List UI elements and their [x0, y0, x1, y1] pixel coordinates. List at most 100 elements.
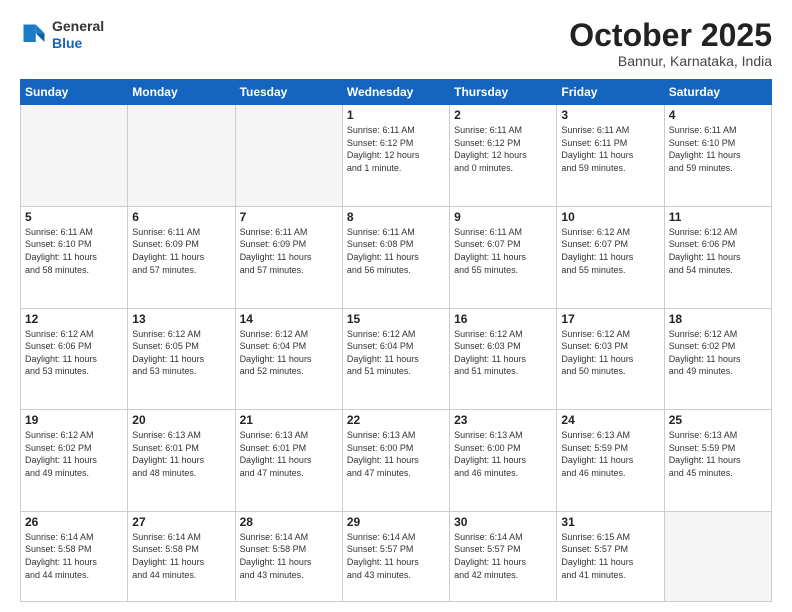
- day-number: 3: [561, 108, 659, 122]
- calendar-table: Sunday Monday Tuesday Wednesday Thursday…: [20, 79, 772, 602]
- day-number: 11: [669, 210, 767, 224]
- day-info: Sunrise: 6:12 AM Sunset: 6:06 PM Dayligh…: [25, 328, 123, 378]
- month-title: October 2025: [569, 18, 772, 53]
- day-number: 20: [132, 413, 230, 427]
- calendar-cell: 7Sunrise: 6:11 AM Sunset: 6:09 PM Daylig…: [235, 206, 342, 308]
- day-number: 23: [454, 413, 552, 427]
- day-info: Sunrise: 6:13 AM Sunset: 5:59 PM Dayligh…: [669, 429, 767, 479]
- calendar-cell: 14 Sunrise: 6:12 AM Sunset: 6:04 PM Dayli…: [235, 308, 342, 410]
- col-saturday: Saturday: [664, 80, 771, 105]
- day-info: Sunrise: 6:14 AM Sunset: 5:57 PM Dayligh…: [347, 531, 445, 581]
- day-number: 27: [132, 515, 230, 529]
- logo-text: General Blue: [52, 18, 104, 52]
- day-number: 8: [347, 210, 445, 224]
- calendar-cell: 18 Sunrise: 6:12 AM Sunset: 6:02 PM Dayli…: [664, 308, 771, 410]
- week-row-1: 5 Sunrise: 6:11 AM Sunset: 6:10 PM Daylig…: [21, 206, 772, 308]
- week-row-4: 26 Sunrise: 6:14 AM Sunset: 5:58 PM Dayli…: [21, 511, 772, 601]
- week-row-0: 1 Sunrise: 6:11 AM Sunset: 6:12 PM Daylig…: [21, 105, 772, 207]
- day-info: Sunrise: 6:11 AM Sunset: 6:11 PM Dayligh…: [561, 124, 659, 174]
- day-number: 10: [561, 210, 659, 224]
- col-friday: Friday: [557, 80, 664, 105]
- day-number: 6: [132, 210, 230, 224]
- day-info: Sunrise: 6:13 AM Sunset: 6:00 PM Dayligh…: [454, 429, 552, 479]
- calendar-cell: 12 Sunrise: 6:12 AM Sunset: 6:06 PM Dayli…: [21, 308, 128, 410]
- calendar-cell: 3 Sunrise: 6:11 AM Sunset: 6:11 PM Daylig…: [557, 105, 664, 207]
- calendar-cell: 22Sunrise: 6:13 AM Sunset: 6:00 PM Dayli…: [342, 410, 449, 512]
- day-number: 13: [132, 312, 230, 326]
- calendar-cell: 13 Sunrise: 6:12 AM Sunset: 6:05 PM Dayli…: [128, 308, 235, 410]
- day-number: 30: [454, 515, 552, 529]
- calendar-cell: 4Sunrise: 6:11 AM Sunset: 6:10 PM Daylig…: [664, 105, 771, 207]
- day-number: 14: [240, 312, 338, 326]
- day-number: 4: [669, 108, 767, 122]
- title-block: October 2025 Bannur, Karnataka, India: [569, 18, 772, 69]
- calendar-cell: 17Sunrise: 6:12 AM Sunset: 6:03 PM Dayli…: [557, 308, 664, 410]
- week-row-2: 12 Sunrise: 6:12 AM Sunset: 6:06 PM Dayli…: [21, 308, 772, 410]
- calendar-cell: 21Sunrise: 6:13 AM Sunset: 6:01 PM Dayli…: [235, 410, 342, 512]
- day-info: Sunrise: 6:12 AM Sunset: 6:05 PM Dayligh…: [132, 328, 230, 378]
- day-number: 18: [669, 312, 767, 326]
- day-number: 24: [561, 413, 659, 427]
- calendar-cell: 20 Sunrise: 6:13 AM Sunset: 6:01 PM Dayli…: [128, 410, 235, 512]
- day-info: Sunrise: 6:12 AM Sunset: 6:02 PM Dayligh…: [669, 328, 767, 378]
- day-info: Sunrise: 6:12 AM Sunset: 6:03 PM Dayligh…: [454, 328, 552, 378]
- calendar-cell: 25 Sunrise: 6:13 AM Sunset: 5:59 PM Dayli…: [664, 410, 771, 512]
- logo-line2: Blue: [52, 35, 104, 52]
- day-info: Sunrise: 6:11 AM Sunset: 6:10 PM Dayligh…: [25, 226, 123, 276]
- day-info: Sunrise: 6:14 AM Sunset: 5:57 PM Dayligh…: [454, 531, 552, 581]
- header: General Blue October 2025 Bannur, Karnat…: [20, 18, 772, 69]
- day-info: Sunrise: 6:11 AM Sunset: 6:08 PM Dayligh…: [347, 226, 445, 276]
- calendar-cell: 23 Sunrise: 6:13 AM Sunset: 6:00 PM Dayli…: [450, 410, 557, 512]
- calendar-cell: 27Sunrise: 6:14 AM Sunset: 5:58 PM Dayli…: [128, 511, 235, 601]
- day-info: Sunrise: 6:13 AM Sunset: 5:59 PM Dayligh…: [561, 429, 659, 479]
- day-info: Sunrise: 6:11 AM Sunset: 6:12 PM Dayligh…: [454, 124, 552, 174]
- calendar-cell: [21, 105, 128, 207]
- day-number: 5: [25, 210, 123, 224]
- day-info: Sunrise: 6:12 AM Sunset: 6:04 PM Dayligh…: [240, 328, 338, 378]
- day-info: Sunrise: 6:13 AM Sunset: 6:01 PM Dayligh…: [132, 429, 230, 479]
- logo: General Blue: [20, 18, 104, 52]
- calendar-cell: 5 Sunrise: 6:11 AM Sunset: 6:10 PM Daylig…: [21, 206, 128, 308]
- day-number: 26: [25, 515, 123, 529]
- col-thursday: Thursday: [450, 80, 557, 105]
- calendar-cell: 9 Sunrise: 6:11 AM Sunset: 6:07 PM Daylig…: [450, 206, 557, 308]
- day-info: Sunrise: 6:15 AM Sunset: 5:57 PM Dayligh…: [561, 531, 659, 581]
- day-number: 2: [454, 108, 552, 122]
- calendar-cell: [128, 105, 235, 207]
- day-number: 16: [454, 312, 552, 326]
- day-number: 29: [347, 515, 445, 529]
- day-number: 7: [240, 210, 338, 224]
- calendar-cell: 16 Sunrise: 6:12 AM Sunset: 6:03 PM Dayli…: [450, 308, 557, 410]
- calendar-cell: 15 Sunrise: 6:12 AM Sunset: 6:04 PM Dayli…: [342, 308, 449, 410]
- day-info: Sunrise: 6:11 AM Sunset: 6:09 PM Dayligh…: [132, 226, 230, 276]
- calendar-cell: 1Sunrise: 6:11 AM Sunset: 6:12 PM Daylig…: [342, 105, 449, 207]
- day-number: 9: [454, 210, 552, 224]
- day-info: Sunrise: 6:14 AM Sunset: 5:58 PM Dayligh…: [240, 531, 338, 581]
- calendar-cell: 28 Sunrise: 6:14 AM Sunset: 5:58 PM Dayli…: [235, 511, 342, 601]
- calendar-cell: 26 Sunrise: 6:14 AM Sunset: 5:58 PM Dayli…: [21, 511, 128, 601]
- day-number: 1: [347, 108, 445, 122]
- day-info: Sunrise: 6:12 AM Sunset: 6:07 PM Dayligh…: [561, 226, 659, 276]
- calendar-header-row: Sunday Monday Tuesday Wednesday Thursday…: [21, 80, 772, 105]
- day-info: Sunrise: 6:11 AM Sunset: 6:07 PM Dayligh…: [454, 226, 552, 276]
- calendar-cell: 8 Sunrise: 6:11 AM Sunset: 6:08 PM Daylig…: [342, 206, 449, 308]
- col-monday: Monday: [128, 80, 235, 105]
- col-sunday: Sunday: [21, 80, 128, 105]
- day-info: Sunrise: 6:12 AM Sunset: 6:04 PM Dayligh…: [347, 328, 445, 378]
- col-wednesday: Wednesday: [342, 80, 449, 105]
- calendar-cell: 11Sunrise: 6:12 AM Sunset: 6:06 PM Dayli…: [664, 206, 771, 308]
- calendar-cell: 19Sunrise: 6:12 AM Sunset: 6:02 PM Dayli…: [21, 410, 128, 512]
- day-number: 15: [347, 312, 445, 326]
- day-number: 25: [669, 413, 767, 427]
- calendar-cell: 29 Sunrise: 6:14 AM Sunset: 5:57 PM Dayli…: [342, 511, 449, 601]
- day-info: Sunrise: 6:14 AM Sunset: 5:58 PM Dayligh…: [25, 531, 123, 581]
- page: General Blue October 2025 Bannur, Karnat…: [0, 0, 792, 612]
- location: Bannur, Karnataka, India: [569, 53, 772, 69]
- calendar-cell: 6 Sunrise: 6:11 AM Sunset: 6:09 PM Daylig…: [128, 206, 235, 308]
- day-info: Sunrise: 6:12 AM Sunset: 6:03 PM Dayligh…: [561, 328, 659, 378]
- day-number: 21: [240, 413, 338, 427]
- day-number: 28: [240, 515, 338, 529]
- day-number: 12: [25, 312, 123, 326]
- day-info: Sunrise: 6:12 AM Sunset: 6:02 PM Dayligh…: [25, 429, 123, 479]
- calendar-cell: 2 Sunrise: 6:11 AM Sunset: 6:12 PM Daylig…: [450, 105, 557, 207]
